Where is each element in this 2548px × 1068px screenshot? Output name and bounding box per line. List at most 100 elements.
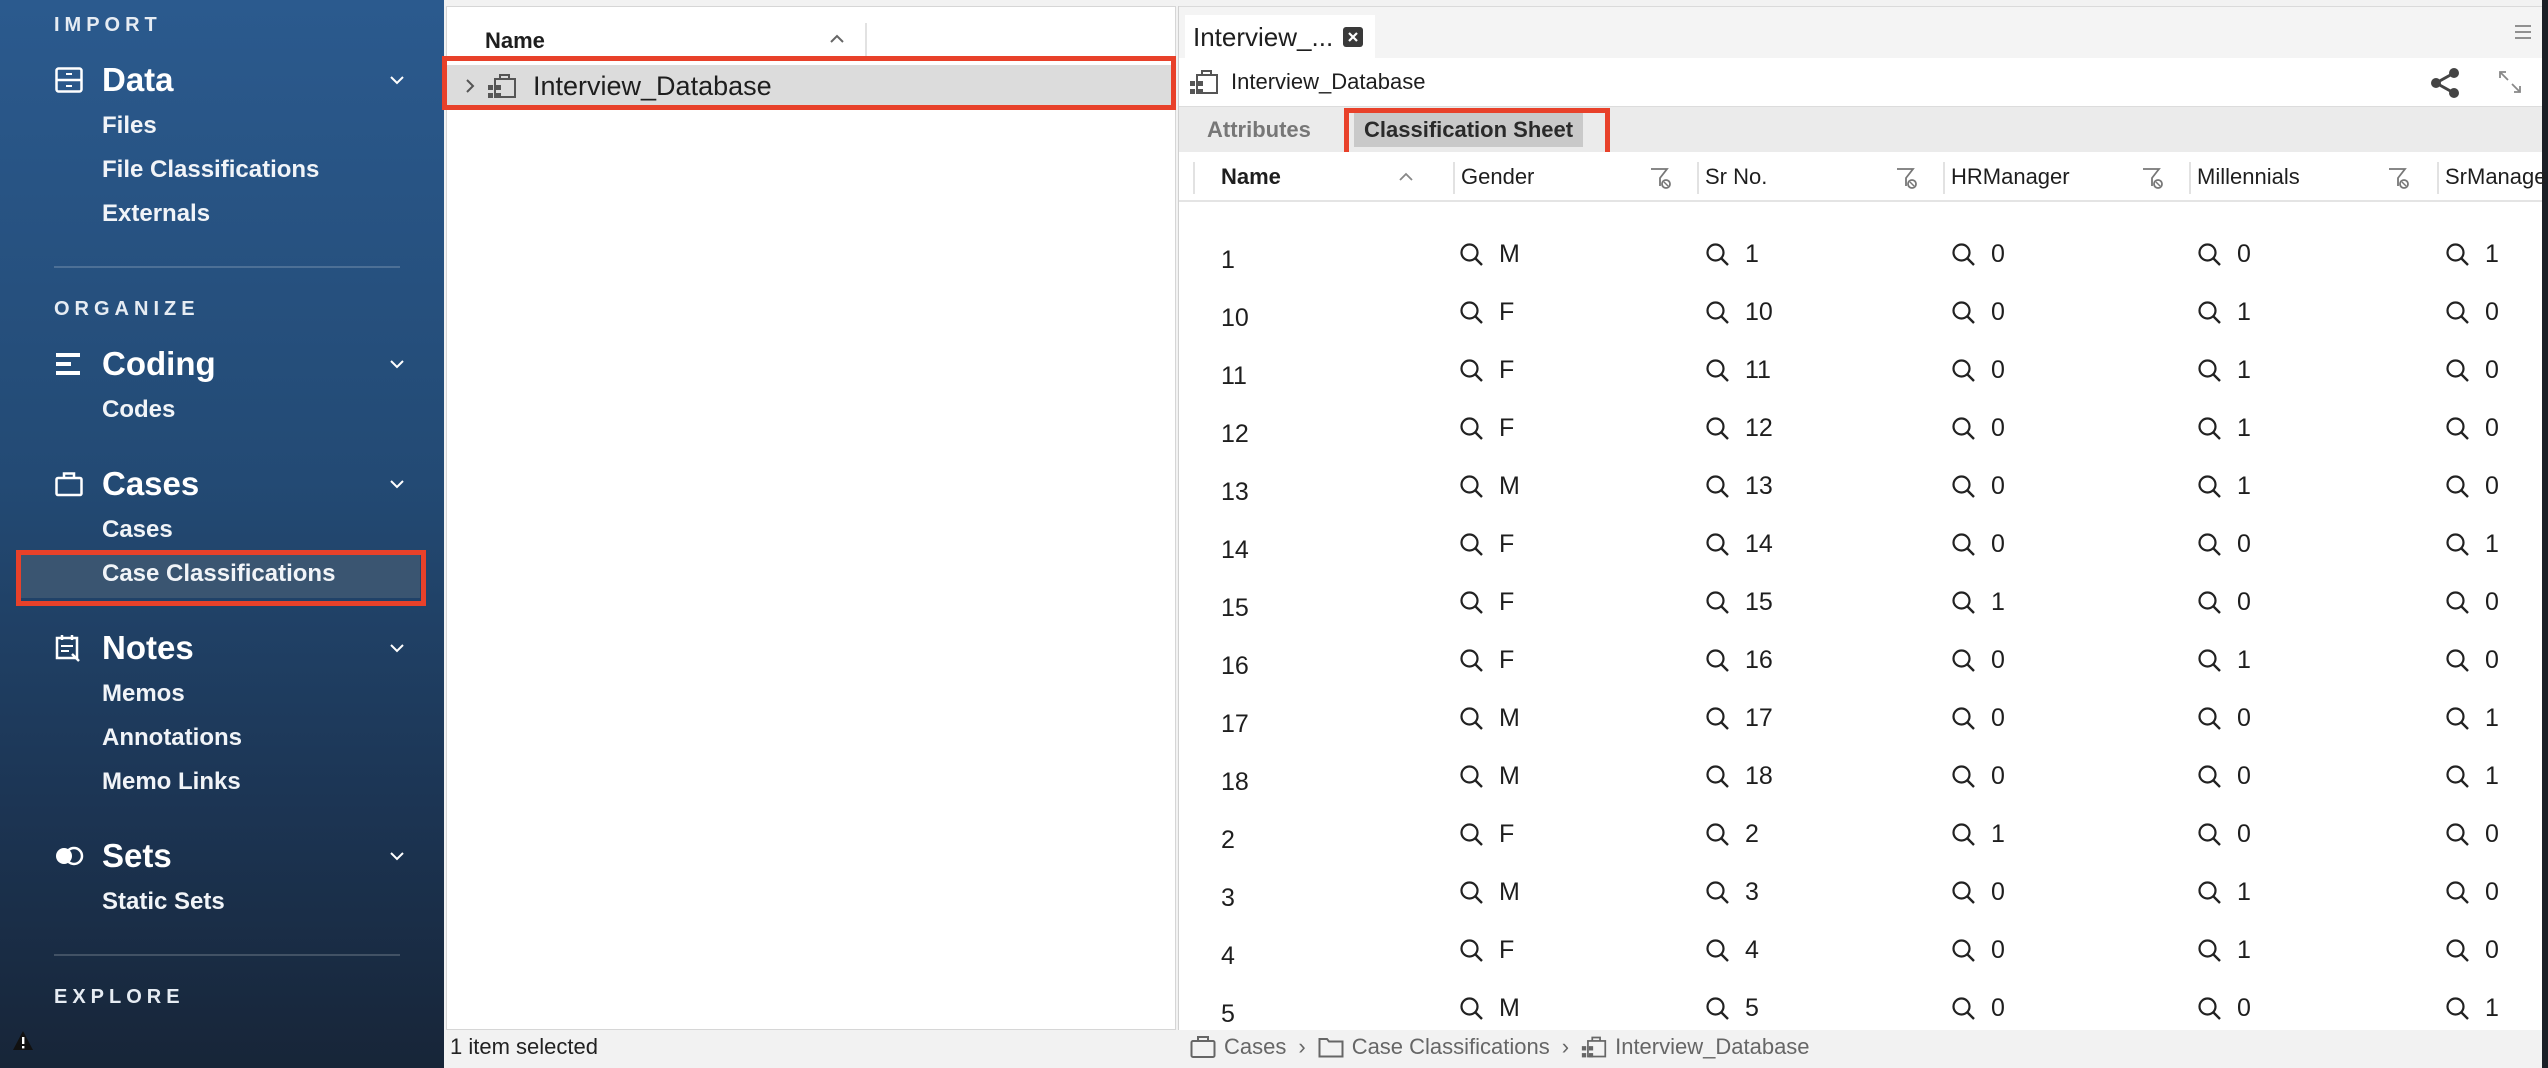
table-row[interactable]: 17 M 17 0 0 1 <box>1179 694 2542 752</box>
search-icon[interactable] <box>1459 416 1485 442</box>
filter-icon[interactable] <box>2141 166 2165 190</box>
cell-value[interactable]: 1 <box>2445 694 2499 752</box>
cell-value[interactable]: M <box>1459 230 1520 288</box>
cell-name[interactable]: 2 <box>1221 810 1235 868</box>
filter-icon[interactable] <box>1649 166 1673 190</box>
sidebar-item-externals[interactable]: Externals <box>102 196 210 232</box>
table-row[interactable]: 14 F 14 0 0 1 <box>1179 520 2542 578</box>
search-icon[interactable] <box>1951 938 1977 964</box>
search-icon[interactable] <box>1951 532 1977 558</box>
cell-value[interactable]: F <box>1459 288 1514 346</box>
search-icon[interactable] <box>2445 358 2471 384</box>
search-icon[interactable] <box>2197 590 2223 616</box>
breadcrumb-item[interactable]: Interview_Database <box>1615 1034 1809 1060</box>
search-icon[interactable] <box>2445 532 2471 558</box>
cell-name[interactable]: 15 <box>1221 578 1249 636</box>
cell-value[interactable]: 4 <box>1705 926 1759 984</box>
table-row[interactable]: 2 F 2 1 0 0 <box>1179 810 2542 868</box>
cell-value[interactable]: 2 <box>1705 810 1759 868</box>
table-row[interactable]: 4 F 4 0 1 0 <box>1179 926 2542 984</box>
column-separator[interactable] <box>1697 162 1699 194</box>
cell-value[interactable]: 0 <box>1951 636 2005 694</box>
sidebar-item-memos[interactable]: Memos <box>102 676 185 712</box>
search-icon[interactable] <box>1705 532 1731 558</box>
search-icon[interactable] <box>2445 706 2471 732</box>
breadcrumb-item[interactable]: Case Classifications <box>1352 1034 1550 1060</box>
sidebar-item-cases[interactable]: Cases <box>102 512 173 548</box>
search-icon[interactable] <box>1705 648 1731 674</box>
cell-value[interactable]: 0 <box>2197 578 2251 636</box>
filter-icon[interactable] <box>2387 166 2411 190</box>
search-icon[interactable] <box>2445 590 2471 616</box>
chevron-down-icon[interactable] <box>386 353 408 375</box>
cell-value[interactable]: 0 <box>2197 694 2251 752</box>
search-icon[interactable] <box>1705 590 1731 616</box>
cell-value[interactable]: 0 <box>2445 636 2499 694</box>
cell-value[interactable]: 1 <box>1951 578 2005 636</box>
table-row[interactable]: 16 F 16 0 1 0 <box>1179 636 2542 694</box>
search-icon[interactable] <box>1705 822 1731 848</box>
cell-name[interactable]: 1 <box>1221 230 1235 288</box>
search-icon[interactable] <box>2445 242 2471 268</box>
cell-value[interactable]: 0 <box>1951 462 2005 520</box>
column-separator[interactable] <box>2189 162 2191 194</box>
search-icon[interactable] <box>2445 822 2471 848</box>
search-icon[interactable] <box>2197 416 2223 442</box>
cell-value[interactable]: 0 <box>1951 984 2005 1030</box>
search-icon[interactable] <box>2197 938 2223 964</box>
chevron-down-icon[interactable] <box>386 845 408 867</box>
cell-value[interactable]: 1 <box>2197 926 2251 984</box>
cell-value[interactable]: M <box>1459 694 1520 752</box>
search-icon[interactable] <box>2197 532 2223 558</box>
cell-value[interactable]: 0 <box>2445 810 2499 868</box>
cell-value[interactable]: 0 <box>1951 868 2005 926</box>
tab-interview-database[interactable]: Interview_... <box>1185 15 1376 59</box>
search-icon[interactable] <box>2197 648 2223 674</box>
search-icon[interactable] <box>1705 706 1731 732</box>
menu-icon[interactable] <box>2514 23 2532 41</box>
cell-value[interactable]: 0 <box>2197 752 2251 810</box>
cell-value[interactable]: F <box>1459 636 1514 694</box>
column-separator[interactable] <box>1193 162 1195 194</box>
cell-value[interactable]: 0 <box>1951 346 2005 404</box>
search-icon[interactable] <box>1705 996 1731 1022</box>
table-row[interactable]: 15 F 15 1 0 0 <box>1179 578 2542 636</box>
search-icon[interactable] <box>1951 764 1977 790</box>
cell-value[interactable]: 15 <box>1705 578 1773 636</box>
cell-value[interactable]: F <box>1459 578 1514 636</box>
search-icon[interactable] <box>2197 996 2223 1022</box>
warning-icon[interactable] <box>12 1030 34 1052</box>
sidebar-item-annotations[interactable]: Annotations <box>102 720 242 756</box>
cell-name[interactable]: 16 <box>1221 636 1249 694</box>
tab-attributes[interactable]: Attributes <box>1197 113 1321 147</box>
cell-value[interactable]: 1 <box>2197 868 2251 926</box>
cell-value[interactable]: F <box>1459 810 1514 868</box>
search-icon[interactable] <box>1459 996 1485 1022</box>
search-icon[interactable] <box>2445 300 2471 326</box>
column-header-millennials[interactable]: Millennials <box>2197 152 2300 202</box>
search-icon[interactable] <box>1951 880 1977 906</box>
column-separator[interactable] <box>1453 162 1455 194</box>
column-header-gender[interactable]: Gender <box>1461 152 1534 202</box>
cell-name[interactable]: 4 <box>1221 926 1235 984</box>
cell-value[interactable]: 18 <box>1705 752 1773 810</box>
search-icon[interactable] <box>1951 300 1977 326</box>
search-icon[interactable] <box>1705 300 1731 326</box>
search-icon[interactable] <box>2445 880 2471 906</box>
cell-name[interactable]: 5 <box>1221 984 1235 1030</box>
table-row[interactable]: 3 M 3 0 1 0 <box>1179 868 2542 926</box>
cell-value[interactable]: 0 <box>1951 520 2005 578</box>
cell-name[interactable]: 11 <box>1221 346 1247 404</box>
cell-name[interactable]: 12 <box>1221 404 1249 462</box>
cell-value[interactable]: 1 <box>2197 636 2251 694</box>
search-icon[interactable] <box>1459 242 1485 268</box>
tree-row-interview-database[interactable]: Interview_Database <box>447 65 1175 107</box>
cell-value[interactable]: 14 <box>1705 520 1773 578</box>
search-icon[interactable] <box>1951 590 1977 616</box>
cell-value[interactable]: 1 <box>2197 462 2251 520</box>
cell-name[interactable]: 10 <box>1221 288 1249 346</box>
table-row[interactable]: 5 M 5 0 0 1 <box>1179 984 2542 1030</box>
search-icon[interactable] <box>1459 880 1485 906</box>
cell-name[interactable]: 18 <box>1221 752 1249 810</box>
close-icon[interactable] <box>1343 27 1364 47</box>
